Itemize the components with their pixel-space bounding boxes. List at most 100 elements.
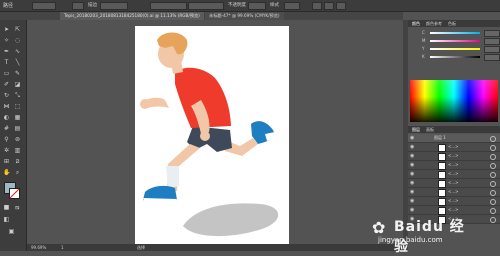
slider-c[interactable]: C: [412, 30, 500, 37]
rectangle-tool-icon[interactable]: ▭: [3, 70, 10, 77]
target-icon[interactable]: [490, 136, 496, 142]
sock: [166, 166, 179, 188]
stroke-color[interactable]: [72, 2, 84, 10]
variable-width-profile[interactable]: [150, 2, 187, 10]
lasso-icon[interactable]: ◌: [14, 37, 21, 44]
target-icon[interactable]: [490, 217, 496, 223]
blend-tool-icon[interactable]: ⊚: [14, 136, 21, 143]
magic-wand-icon[interactable]: ✧: [3, 37, 10, 44]
visibility-eye-icon[interactable]: ◉: [410, 171, 414, 177]
color-spectrum[interactable]: [410, 80, 498, 122]
symbol-sprayer-icon[interactable]: ✲: [3, 147, 10, 154]
isolate-button[interactable]: [336, 2, 346, 10]
layer-thumbnail: [438, 189, 446, 197]
none-mode-icon[interactable]: ⧅: [14, 204, 21, 211]
visibility-eye-icon[interactable]: ◉: [410, 153, 414, 159]
status-bar: 99.69% 1 选择: [27, 244, 403, 251]
layer-thumbnail: [438, 207, 446, 215]
layer-row[interactable]: ◉ <...>: [408, 170, 500, 179]
tab-swatches[interactable]: 色板: [448, 21, 456, 27]
draw-mode-icon[interactable]: ◧: [3, 216, 10, 223]
layer-row[interactable]: ◉ <...>: [408, 179, 500, 188]
paintbrush-icon[interactable]: ✎: [14, 70, 21, 77]
perspective-grid-icon[interactable]: ▦: [14, 114, 21, 121]
pen-tool-icon[interactable]: ✒: [3, 48, 10, 55]
type-tool-icon[interactable]: T: [3, 59, 10, 66]
line-tool-icon[interactable]: ╲: [14, 59, 21, 66]
target-icon[interactable]: [490, 154, 496, 160]
opacity-field[interactable]: [248, 2, 266, 10]
color-panel-header: 颜色 颜色参考 色板: [408, 20, 500, 27]
tab-layers[interactable]: 图层: [412, 127, 420, 133]
ground-shadow: [183, 203, 279, 237]
artboard-tool-icon[interactable]: ⊞: [3, 158, 10, 165]
stroke-width-field[interactable]: [100, 2, 128, 10]
slider-y[interactable]: Y: [412, 46, 500, 53]
layer-row[interactable]: ◉ 图层 1: [408, 134, 500, 143]
hand-tool-icon[interactable]: ✋: [3, 169, 10, 176]
zoom-tool-icon[interactable]: ⌕: [14, 169, 21, 176]
direct-selection-tool-icon[interactable]: ⇱: [14, 26, 21, 33]
layer-row[interactable]: ◉ <...>: [408, 197, 500, 206]
visibility-eye-icon[interactable]: ◉: [410, 180, 414, 186]
visibility-eye-icon[interactable]: ◉: [410, 189, 414, 195]
visibility-eye-icon[interactable]: ◉: [410, 162, 414, 168]
layer-row[interactable]: ◉ <...>: [408, 188, 500, 197]
eraser-icon[interactable]: ◪: [14, 81, 21, 88]
color-mode-icon[interactable]: ■: [3, 204, 10, 211]
layer-thumbnail: [438, 144, 446, 152]
layer-row[interactable]: ◉ <...>: [408, 206, 500, 215]
tab-artboards[interactable]: 画板: [426, 127, 434, 133]
rotate-tool-icon[interactable]: ↻: [3, 92, 10, 99]
visibility-eye-icon[interactable]: ◉: [410, 135, 414, 141]
shaper-tool-icon[interactable]: ✐: [3, 81, 10, 88]
layer-row[interactable]: ◉ <...>: [408, 152, 500, 161]
tab-document-2[interactable]: 未标题-47* @ 99.69% (CMYK/预览): [205, 12, 284, 20]
fill-dropdown[interactable]: [32, 2, 56, 10]
target-icon[interactable]: [490, 190, 496, 196]
gradient-tool-icon[interactable]: ▤: [14, 125, 21, 132]
target-icon[interactable]: [490, 145, 496, 151]
layer-row[interactable]: ◉ <...>: [408, 161, 500, 170]
style-dropdown[interactable]: [284, 2, 300, 10]
zoom-readout[interactable]: 99.69%: [31, 245, 46, 250]
layer-thumbnail: [438, 180, 446, 188]
slider-k[interactable]: K: [412, 54, 500, 61]
layer-row[interactable]: ◉ <...>: [408, 143, 500, 152]
scale-tool-icon[interactable]: ⤡: [14, 92, 21, 99]
width-tool-icon[interactable]: ⋈: [3, 103, 10, 110]
target-icon[interactable]: [490, 208, 496, 214]
curvature-tool-icon[interactable]: ∿: [14, 48, 21, 55]
target-icon[interactable]: [490, 172, 496, 178]
brush-definition[interactable]: [188, 2, 224, 10]
tab-document-1[interactable]: Tepis_20180203_2018081318425180(0).ai @ …: [60, 12, 204, 20]
visibility-eye-icon[interactable]: ◉: [410, 198, 414, 204]
visibility-eye-icon[interactable]: ◉: [410, 207, 414, 213]
tools-panel: ➤ ⇱ ✧ ◌ ✒ ∿ T ╲ ▭ ✎ ✐ ◪ ↻ ⤡ ⋈ ⬚ ◐ ▦ # ▤ …: [0, 20, 27, 251]
artboard[interactable]: [135, 26, 289, 244]
align-button[interactable]: [312, 2, 322, 10]
selection-tool-icon[interactable]: ➤: [3, 26, 10, 33]
tab-color[interactable]: 颜色: [412, 21, 420, 27]
slice-tool-icon[interactable]: ⧄: [14, 158, 21, 165]
transform-button[interactable]: [324, 2, 334, 10]
target-icon[interactable]: [490, 199, 496, 205]
layer-thumbnail: [438, 162, 446, 170]
runner-illustration[interactable]: [135, 26, 289, 244]
free-transform-icon[interactable]: ⬚: [14, 103, 21, 110]
stroke-swatch[interactable]: [9, 188, 20, 199]
visibility-eye-icon[interactable]: ◉: [410, 144, 414, 150]
layers-panel-header: 图层 画板: [408, 126, 500, 133]
eyedropper-icon[interactable]: ⚲: [3, 136, 10, 143]
target-icon[interactable]: [490, 181, 496, 187]
current-tool-readout: 选择: [137, 245, 145, 250]
slider-m[interactable]: M: [412, 38, 500, 45]
control-bar: 路径 描边 不透明度 样式: [0, 0, 500, 12]
tab-color-guide[interactable]: 颜色参考: [426, 21, 442, 27]
shape-builder-icon[interactable]: ◐: [3, 114, 10, 121]
graph-tool-icon[interactable]: ▥: [14, 147, 21, 154]
target-icon[interactable]: [490, 163, 496, 169]
page-readout[interactable]: 1: [61, 245, 64, 250]
screen-mode-icon[interactable]: ▣: [8, 228, 15, 235]
mesh-tool-icon[interactable]: #: [3, 125, 10, 132]
